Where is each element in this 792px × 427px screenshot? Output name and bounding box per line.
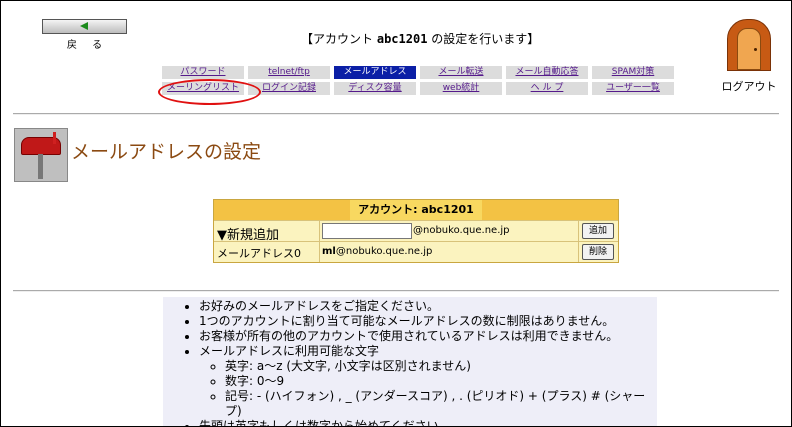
- existing-address-label: メールアドレス0: [217, 247, 301, 260]
- mailbox-flag: [53, 132, 56, 144]
- column-divider: [319, 221, 320, 241]
- nav-telnet-ftp[interactable]: telnet/ftp: [248, 66, 330, 79]
- logout-button[interactable]: ログアウト: [718, 19, 780, 94]
- new-address-domain: @nobuko.que.ne.jp: [413, 225, 510, 236]
- add-button[interactable]: 追加: [582, 223, 614, 239]
- info-box: お好みのメールアドレスをご指定ください。 1つのアカウントに割り当て可能なメール…: [163, 297, 657, 426]
- nav-help[interactable]: ヘ ル プ: [506, 82, 588, 95]
- info-sublist: 英字: a～z (大文字, 小文字は区別されません) 数字: 0～9 記号: -…: [199, 359, 657, 419]
- account-table: アカウント: abc1201 ▼新規追加 @nobuko.que.ne.jp 追…: [213, 199, 619, 263]
- back-bar[interactable]: [42, 19, 127, 34]
- info-subitem: 英字: a～z (大文字, 小文字は区別されません): [225, 359, 657, 374]
- existing-address-value: ml@nobuko.que.ne.jp: [322, 246, 432, 257]
- nav-auto-reply[interactable]: メール自動応答: [506, 66, 588, 79]
- nav-web-stats[interactable]: web統計: [420, 82, 502, 95]
- page-title: メールアドレスの設定: [71, 141, 262, 163]
- back-button[interactable]: 戻 る: [42, 19, 127, 51]
- account-table-header: アカウント: abc1201: [214, 200, 618, 220]
- back-arrow-icon: [80, 22, 88, 30]
- browser-frame: 戻 る 【アカウント abc1201 の設定を行います】 ログアウト パスワード…: [0, 0, 792, 427]
- nav-disk-usage[interactable]: ディスク容量: [334, 82, 416, 95]
- info-subitem: 記号: - (ハイフォン) , _ (アンダースコア) , . (ピリオド) +…: [225, 389, 657, 419]
- nav-user-list[interactable]: ユーザー一覧: [592, 82, 674, 95]
- info-item-allowed-chars: メールアドレスに利用可能な文字 英字: a～z (大文字, 小文字は区別されませ…: [199, 344, 657, 419]
- nav-mailing-list[interactable]: メーリングリスト: [162, 82, 244, 95]
- existing-address-row: メールアドレス0 ml@nobuko.que.ne.jp 削除: [214, 241, 618, 262]
- existing-address-user: ml: [322, 246, 336, 257]
- info-item: お好みのメールアドレスをご指定ください。: [199, 299, 657, 314]
- page-header-title: 【アカウント abc1201 の設定を行います】: [301, 30, 539, 47]
- info-item: 先頭は英字もしくは数字から始めてください。: [199, 419, 657, 426]
- new-address-row: ▼新規追加 @nobuko.que.ne.jp 追加: [214, 220, 618, 243]
- mailbox-post: [38, 154, 43, 179]
- settings-nav: パスワード telnet/ftp メールアドレス メール転送 メール自動応答 S…: [162, 66, 674, 95]
- door-icon[interactable]: [727, 19, 771, 71]
- door-knob: [754, 48, 757, 51]
- header-title-prefix: 【アカウント: [301, 32, 374, 46]
- nav-mail-address[interactable]: メールアドレス: [334, 66, 416, 79]
- info-item-text: メールアドレスに利用可能な文字: [199, 344, 380, 358]
- column-divider: [578, 221, 579, 241]
- header-title-suffix: の設定を行います】: [431, 32, 540, 46]
- divider-top: [13, 113, 779, 115]
- column-divider: [319, 242, 320, 262]
- nav-login-log[interactable]: ログイン記録: [248, 82, 330, 95]
- info-item: お客様が所有の他のアカウントで使用されているアドレスは利用できません。: [199, 329, 657, 344]
- nav-mail-forward[interactable]: メール転送: [420, 66, 502, 79]
- nav-spam[interactable]: SPAM対策: [592, 66, 674, 79]
- delete-button[interactable]: 削除: [582, 244, 614, 260]
- existing-address-domain: @nobuko.que.ne.jp: [335, 246, 433, 257]
- column-divider: [578, 242, 579, 262]
- info-list: お好みのメールアドレスをご指定ください。 1つのアカウントに割り当て可能なメール…: [163, 299, 657, 426]
- nav-password[interactable]: パスワード: [162, 66, 244, 79]
- mailbox-icon: [14, 128, 68, 182]
- info-subitem: 数字: 0～9: [225, 374, 657, 389]
- header-account-id: abc1201: [376, 32, 428, 46]
- logout-label[interactable]: ログアウト: [718, 78, 780, 94]
- info-item: 1つのアカウントに割り当て可能なメールアドレスの数に制限はありません。: [199, 314, 657, 329]
- door-panel: [737, 28, 761, 70]
- new-address-input[interactable]: [322, 223, 412, 239]
- divider-bottom: [13, 290, 779, 292]
- account-table-header-text: アカウント: abc1201: [350, 200, 482, 220]
- back-label: 戻 る: [66, 40, 109, 51]
